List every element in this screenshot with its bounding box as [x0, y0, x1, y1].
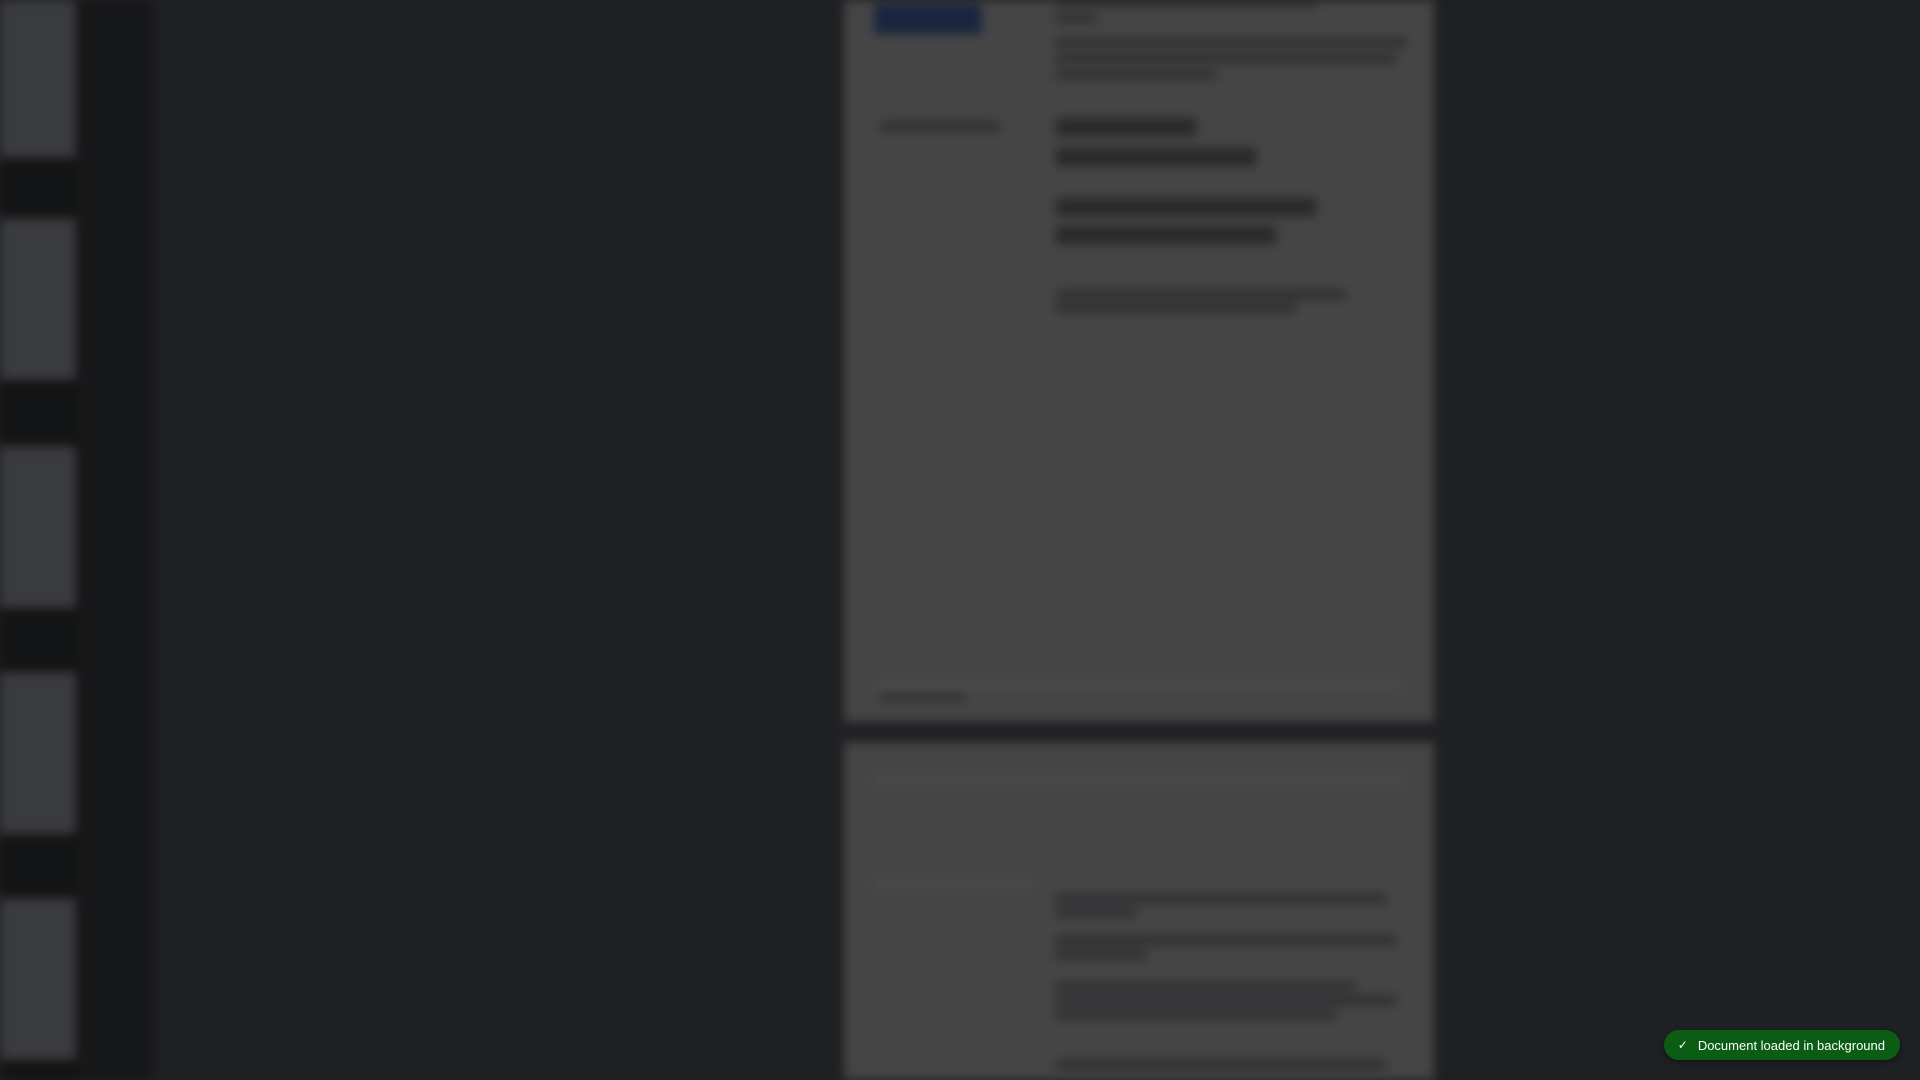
- modal-dim-overlay: [0, 0, 1920, 1080]
- app-window: ✓ Document loaded in background: [0, 0, 1920, 1080]
- toast-notification: ✓ Document loaded in background: [1663, 1030, 1900, 1060]
- toast-message: Document loaded in background: [1697, 1037, 1885, 1053]
- check-icon: ✓: [1677, 1038, 1688, 1052]
